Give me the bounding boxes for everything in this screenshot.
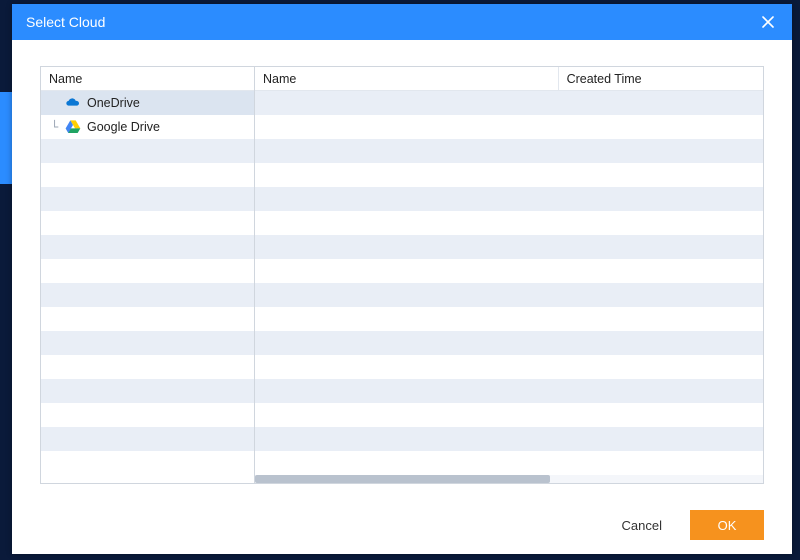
cloud-tree-pane: Name OneDrive └ Google Drive: [41, 67, 255, 483]
panes-container: Name OneDrive └ Google Drive Name Created …: [40, 66, 764, 484]
empty-row: [41, 211, 254, 235]
cancel-button[interactable]: Cancel: [604, 510, 680, 540]
empty-row: [41, 403, 254, 427]
list-row: [255, 355, 763, 379]
empty-row: [41, 379, 254, 403]
list-row: [255, 235, 763, 259]
empty-row: [41, 427, 254, 451]
close-icon: [762, 16, 774, 28]
list-row: [255, 115, 763, 139]
file-list-pane: Name Created Time: [255, 67, 763, 483]
dialog-title: Select Cloud: [26, 14, 758, 30]
list-row: [255, 259, 763, 283]
empty-row: [41, 283, 254, 307]
horizontal-scrollbar-thumb[interactable]: [255, 475, 550, 483]
list-row: [255, 379, 763, 403]
list-row: [255, 403, 763, 427]
list-row: [255, 163, 763, 187]
left-header-row: Name: [41, 67, 254, 91]
list-row: [255, 307, 763, 331]
cloud-item-onedrive[interactable]: OneDrive: [41, 91, 254, 115]
left-header-name[interactable]: Name: [41, 67, 254, 90]
cloud-item-label: Google Drive: [87, 115, 160, 139]
list-row: [255, 427, 763, 451]
right-header-name[interactable]: Name: [255, 67, 559, 90]
dialog-footer: Cancel OK: [12, 496, 792, 554]
empty-row: [41, 331, 254, 355]
cloud-item-google-drive[interactable]: └ Google Drive: [41, 115, 254, 139]
empty-row: [41, 187, 254, 211]
list-row: [255, 91, 763, 115]
list-row: [255, 331, 763, 355]
right-header-row: Name Created Time: [255, 67, 763, 91]
background-sidebar-sliver: [0, 92, 12, 184]
empty-row: [41, 163, 254, 187]
empty-row: [41, 307, 254, 331]
horizontal-scrollbar[interactable]: [255, 475, 763, 483]
list-row: [255, 283, 763, 307]
tree-line: └: [51, 115, 65, 139]
empty-row: [41, 139, 254, 163]
dialog-titlebar: Select Cloud: [12, 4, 792, 40]
list-row: [255, 139, 763, 163]
empty-row: [41, 259, 254, 283]
select-cloud-dialog: Select Cloud Name OneDrive └ Google Drive …: [12, 4, 792, 554]
gdrive-icon: [65, 119, 81, 135]
empty-row: [41, 235, 254, 259]
cloud-tree-rows: OneDrive └ Google Drive: [41, 91, 254, 483]
list-row: [255, 187, 763, 211]
ok-button[interactable]: OK: [690, 510, 764, 540]
close-button[interactable]: [758, 12, 778, 32]
cloud-item-label: OneDrive: [87, 91, 140, 115]
onedrive-icon: [65, 95, 81, 111]
dialog-body: Name OneDrive └ Google Drive Name Created …: [12, 40, 792, 496]
file-list-rows: [255, 91, 763, 475]
empty-row: [41, 355, 254, 379]
list-row: [255, 211, 763, 235]
right-header-created[interactable]: Created Time: [559, 67, 763, 90]
